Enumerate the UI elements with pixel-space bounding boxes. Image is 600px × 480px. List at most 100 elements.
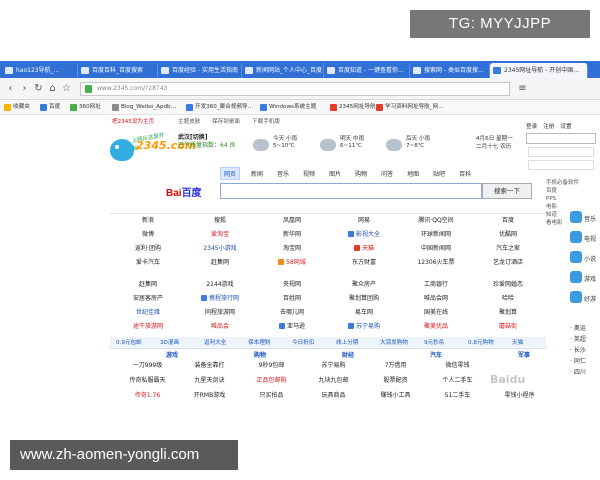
browser-tab[interactable]: 百度知道 - 一键查看你…: [324, 63, 410, 78]
side-app-icon[interactable]: [570, 251, 582, 263]
site-link[interactable]: 搜狐: [184, 216, 256, 226]
promo-link[interactable]: 天猫: [512, 338, 523, 346]
search-tab[interactable]: 百科: [456, 168, 474, 179]
category-title[interactable]: 汽车: [430, 350, 442, 359]
site-link[interactable]: 爱淘宝: [184, 230, 256, 240]
side-news-item[interactable]: · 四川: [570, 367, 600, 378]
list-link[interactable]: 正品包邮购: [244, 375, 299, 386]
site-link[interactable]: 聚美优品: [400, 322, 472, 332]
site-link[interactable]: 同程旅游网: [184, 308, 256, 318]
site-link[interactable]: 2345小游戏: [184, 244, 256, 254]
site-link[interactable]: 微博: [112, 230, 184, 240]
browser-tab[interactable]: 百度百科_百度搜索: [78, 63, 158, 78]
list-link[interactable]: 零钱小程序: [492, 390, 547, 401]
browser-tab[interactable]: 搜索网 - 类似百度搜…: [410, 63, 490, 78]
site-link[interactable]: 东方财富: [328, 258, 400, 268]
promo-link[interactable]: 0.9元包邮: [116, 338, 142, 346]
site-link[interactable]: 12306火车票: [400, 258, 472, 268]
category-title[interactable]: 购物: [254, 350, 266, 359]
site-link[interactable]: 世纪佳缘: [112, 308, 184, 318]
promo-link[interactable]: 3D漫画: [160, 338, 179, 346]
site-link[interactable]: 百度: [472, 216, 544, 226]
site-link[interactable]: 2144游戏: [184, 280, 256, 290]
side-app-icon[interactable]: [570, 291, 582, 303]
list-link[interactable]: 九块九包邮: [306, 375, 361, 386]
site-link[interactable]: 环球新闻网: [400, 230, 472, 240]
list-link[interactable]: 股票配资: [368, 375, 423, 386]
side-app-icon[interactable]: [570, 211, 582, 223]
site-link[interactable]: 百姓网: [256, 294, 328, 304]
category-title[interactable]: 游戏: [166, 350, 178, 359]
site-link[interactable]: 聚划算团购: [328, 294, 400, 304]
side-news-item[interactable]: · 长沙: [570, 345, 600, 356]
search-button[interactable]: 搜索一下: [482, 183, 532, 199]
category-title[interactable]: 军事: [518, 350, 530, 359]
browser-tab[interactable]: 百度经验 - 实用生活指南: [158, 63, 242, 78]
set-home-link[interactable]: 把2345设为主页: [112, 117, 154, 125]
search-tab[interactable]: 图片: [326, 168, 344, 179]
site-link[interactable]: 艺龙订酒店: [472, 258, 544, 268]
side-news-item[interactable]: · 奥运: [570, 323, 600, 334]
url-input[interactable]: www.2345.com/?28743: [80, 82, 510, 96]
side-app-label[interactable]: 游戏: [584, 274, 596, 283]
site-link[interactable]: 天猫: [328, 244, 400, 254]
promo-link[interactable]: 保本理财: [248, 338, 270, 346]
bookmark-item[interactable]: Windows系统主题: [260, 102, 316, 113]
search-tab[interactable]: 购物: [352, 168, 370, 179]
browser-tab[interactable]: hao123导航_…: [2, 63, 78, 78]
site-link[interactable]: 携程旅行网: [184, 294, 256, 304]
forward-icon[interactable]: ›: [18, 82, 31, 95]
star-icon[interactable]: ☆: [60, 82, 73, 95]
site-link[interactable]: 新浪: [112, 216, 184, 226]
promo-link[interactable]: 线上分期: [336, 338, 358, 346]
search-tip[interactable]: 百度: [546, 187, 579, 195]
theme-link[interactable]: 主题皮肤: [178, 117, 200, 125]
site-link[interactable]: 蘑菇街: [472, 322, 544, 332]
promo-link[interactable]: 0.8元购物: [468, 338, 494, 346]
site-link[interactable]: 优酷网: [472, 230, 544, 240]
list-link[interactable]: 9秒9包邮: [244, 360, 299, 371]
bookmark-item[interactable]: Blog_Weibo_Apdb…: [112, 102, 176, 113]
search-input[interactable]: [220, 183, 482, 199]
list-link[interactable]: 只买拍品: [244, 390, 299, 401]
search-tip[interactable]: 手机必备软件: [546, 179, 579, 187]
account-link[interactable]: 登录: [526, 124, 537, 130]
site-link[interactable]: 淘宝网: [256, 244, 328, 254]
search-tab[interactable]: 音乐: [274, 168, 292, 179]
side-app-label[interactable]: 音乐: [584, 214, 596, 223]
site-link[interactable]: 安居客房产: [112, 294, 184, 304]
promo-link[interactable]: 9元秒杀: [424, 338, 444, 346]
list-link[interactable]: 51二手车: [430, 390, 485, 401]
back-icon[interactable]: ‹: [4, 82, 17, 95]
menu-icon[interactable]: ≡: [516, 82, 529, 95]
site-link[interactable]: 汽车之家: [472, 244, 544, 254]
site-link[interactable]: 凤凰网: [256, 216, 328, 226]
promo-link[interactable]: 大润发购物: [380, 338, 408, 346]
search-tab[interactable]: 地图: [404, 168, 422, 179]
list-link[interactable]: 7万借用: [368, 360, 423, 371]
bookmark-item[interactable]: 开发360_聚合视频导…: [186, 102, 253, 113]
site-link[interactable]: 苏宁易购: [328, 322, 400, 332]
site-link[interactable]: 新华网: [256, 230, 328, 240]
site-link[interactable]: 聚众房产: [328, 280, 400, 290]
mobile-link[interactable]: 下载手机版: [252, 117, 280, 125]
site-link[interactable]: 易车网: [328, 308, 400, 318]
search-tip[interactable]: 电影: [546, 203, 579, 211]
city-name[interactable]: 武汉[切换]: [178, 134, 248, 142]
side-app-label[interactable]: 小说: [584, 254, 596, 263]
site-link[interactable]: 58同城: [256, 258, 328, 268]
site-link[interactable]: 珍爱网婚恋: [472, 280, 544, 290]
list-link[interactable]: 开RMB游戏: [182, 390, 237, 401]
site-link[interactable]: 返利·团购: [112, 244, 184, 254]
search-tab[interactable]: 新闻: [248, 168, 266, 179]
site-link[interactable]: 赶集网: [184, 258, 256, 268]
bookmark-item[interactable]: 百度: [40, 102, 60, 113]
site-link[interactable]: 央视网: [256, 280, 328, 290]
account-link[interactable]: 设置: [560, 124, 571, 130]
list-link[interactable]: 玩具商品: [306, 390, 361, 401]
side-app-icon[interactable]: [570, 231, 582, 243]
list-link[interactable]: 传奇1.76: [120, 390, 175, 401]
bookmark-item[interactable]: 收藏夹: [4, 102, 30, 113]
bookmark-item[interactable]: 学习资料网址导航_网…: [376, 102, 444, 113]
site-link[interactable]: 亚马逊: [256, 322, 328, 332]
